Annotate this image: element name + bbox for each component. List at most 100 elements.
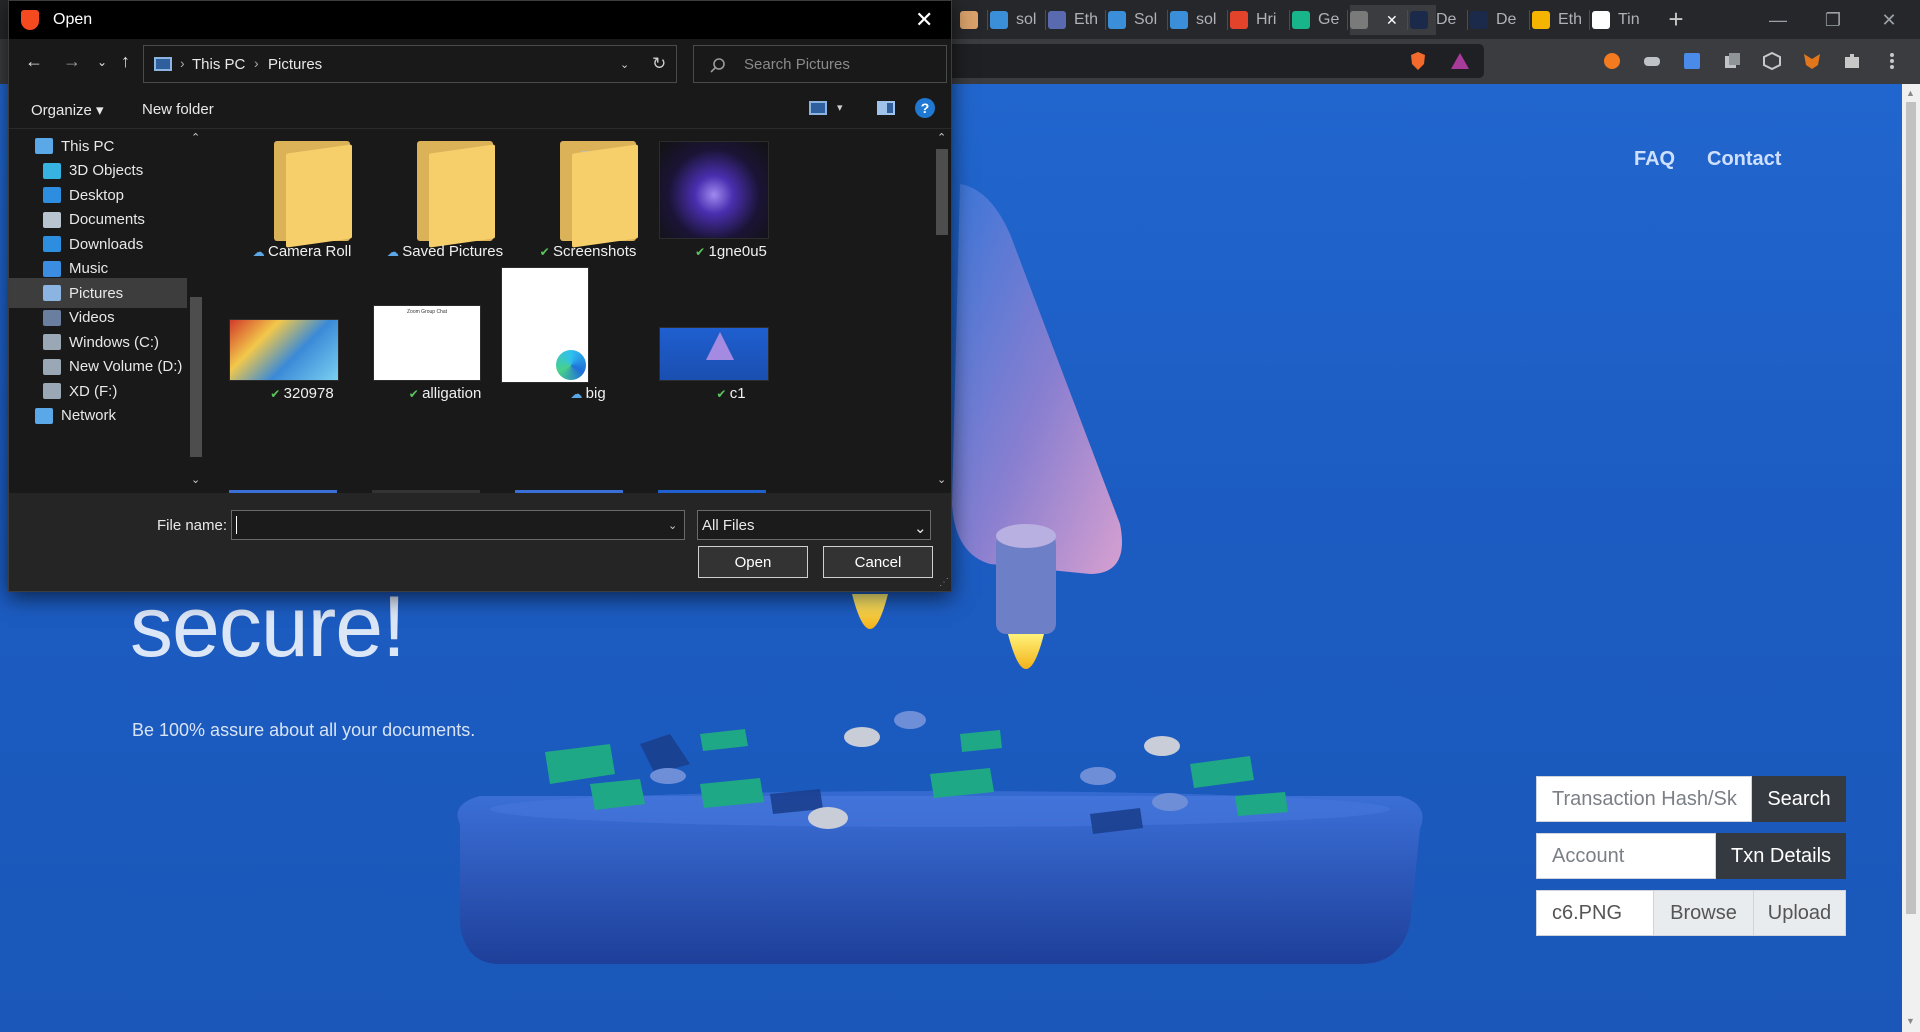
tree-item-label: Desktop xyxy=(69,186,125,204)
recent-locations-chevron-icon[interactable]: ⌄ xyxy=(97,55,107,69)
address-bar[interactable] xyxy=(940,44,1484,78)
file-list-scrollbar-thumb[interactable] xyxy=(936,149,948,235)
cloud-icon: ☁ xyxy=(570,387,586,401)
folder-icon xyxy=(274,141,352,248)
browser-tab[interactable]: De xyxy=(1470,5,1526,35)
tree-item[interactable]: Network xyxy=(9,401,187,431)
breadcrumb-this-pc[interactable]: This PC xyxy=(192,56,245,73)
tree-scrollbar-thumb[interactable] xyxy=(190,297,202,457)
extensions-puzzle-icon[interactable] xyxy=(1842,51,1862,71)
extension-gamepad-icon[interactable] xyxy=(1642,51,1662,71)
folder-item[interactable]: ✔ Screenshots xyxy=(513,129,663,269)
edge-logo-icon xyxy=(556,350,586,380)
tree-scroll-down-icon[interactable]: ⌄ xyxy=(191,473,200,486)
browser-tab[interactable]: De xyxy=(1410,5,1466,35)
synced-check-icon: ✔ xyxy=(539,245,553,259)
scroll-up-arrow-icon[interactable]: ▲ xyxy=(1906,88,1915,98)
browser-tab[interactable]: Eth xyxy=(1048,5,1104,35)
file-name-label: 320978 xyxy=(283,385,334,402)
window-close-button[interactable]: ✕ xyxy=(1866,6,1912,34)
tree-item-label: Downloads xyxy=(69,235,144,253)
extension-copy-icon[interactable] xyxy=(1722,51,1742,71)
metamask-fox-icon[interactable] xyxy=(1802,51,1822,71)
browser-tab-label: Hri xyxy=(1256,11,1277,28)
cancel-button[interactable]: Cancel xyxy=(823,546,933,578)
dialog-search-box[interactable]: Search Pictures xyxy=(693,45,947,83)
view-dropdown-chevron-icon[interactable]: ▾ xyxy=(837,101,843,114)
account-input[interactable]: Account xyxy=(1536,833,1716,879)
file-type-filter-select[interactable]: All Files ⌄ xyxy=(697,510,931,540)
browser-menu-icon[interactable] xyxy=(1882,51,1902,71)
brave-rewards-icon[interactable] xyxy=(1450,51,1470,71)
download-icon xyxy=(43,236,61,252)
help-icon[interactable]: ? xyxy=(915,98,935,118)
file-list-scrollbar[interactable]: ⌃ ⌄ xyxy=(933,129,951,493)
refresh-icon[interactable]: ↻ xyxy=(652,54,666,74)
computer-icon xyxy=(35,138,53,154)
folder-item[interactable]: ☁ Saved Pictures xyxy=(370,129,520,269)
tab-separator xyxy=(1589,10,1590,30)
tree-item-label: Network xyxy=(61,407,117,424)
dialog-address-bar[interactable]: › This PC › Pictures ⌄ ↻ xyxy=(143,45,677,83)
browser-tab[interactable]: sol xyxy=(1170,5,1226,35)
organize-button[interactable]: Organize ▾ xyxy=(31,101,104,119)
back-arrow-icon[interactable]: ← xyxy=(25,51,43,72)
transaction-hash-input[interactable]: Transaction Hash/Sk xyxy=(1536,776,1752,822)
rocket-shape-icon xyxy=(706,332,734,360)
breadcrumb-pictures[interactable]: Pictures xyxy=(268,56,322,73)
window-minimize-button[interactable]: — xyxy=(1755,6,1801,34)
open-button[interactable]: Open xyxy=(698,546,808,578)
file-name-dropdown-chevron-icon[interactable]: ⌄ xyxy=(668,519,677,532)
browser-tab-label: Eth xyxy=(1558,11,1583,28)
preview-pane-icon[interactable] xyxy=(877,101,895,115)
browser-tab[interactable]: Hri xyxy=(1230,5,1286,35)
forward-arrow-icon[interactable]: → xyxy=(63,51,81,72)
up-arrow-icon[interactable]: ↑ xyxy=(121,51,130,72)
tab-separator xyxy=(1045,10,1046,30)
tree-item-label: Music xyxy=(69,260,109,277)
dialog-command-bar: Organize ▾ New folder ▾ ? xyxy=(9,87,951,129)
navigation-pane-scrollbar[interactable]: ⌃ ⌄ xyxy=(187,129,205,493)
txn-details-button[interactable]: Txn Details xyxy=(1716,833,1846,879)
folder-item[interactable]: ☁ Camera Roll xyxy=(227,129,377,269)
filter-dropdown-chevron-icon[interactable]: ⌄ xyxy=(914,519,927,537)
search-button[interactable]: Search xyxy=(1752,776,1846,822)
browser-tab[interactable]: sol xyxy=(990,5,1044,35)
tab-separator xyxy=(1407,10,1408,30)
page-scrollbar[interactable]: ▲ ▼ xyxy=(1902,84,1920,1032)
extension-squirrel-icon[interactable] xyxy=(1602,51,1622,71)
tab-separator xyxy=(1289,10,1290,30)
resize-grip-icon[interactable]: ⋰ xyxy=(939,577,949,588)
file-name-display[interactable]: c6.PNG xyxy=(1536,890,1654,936)
nav-contact-link[interactable]: Contact xyxy=(1707,148,1781,171)
dialog-close-icon[interactable]: ✕ xyxy=(915,7,933,33)
browser-tab[interactable]: Eth xyxy=(1532,5,1588,35)
upload-button[interactable]: Upload xyxy=(1754,890,1846,936)
files-scroll-up-icon[interactable]: ⌃ xyxy=(937,131,946,144)
document-icon xyxy=(960,11,978,29)
browser-tab[interactable]: Sol xyxy=(1108,5,1164,35)
extension-cube-icon[interactable] xyxy=(1762,51,1782,71)
browser-tab[interactable] xyxy=(960,5,984,35)
tree-scroll-up-icon[interactable]: ⌃ xyxy=(191,131,200,144)
image-thumbnail xyxy=(229,319,339,381)
address-dropdown-chevron-icon[interactable]: ⌄ xyxy=(620,58,629,71)
view-options-icon[interactable] xyxy=(809,101,827,115)
file-name-input[interactable]: ⌄ xyxy=(231,510,685,540)
close-tab-icon[interactable]: ✕ xyxy=(1386,12,1398,29)
eth-icon xyxy=(1170,11,1188,29)
extension-translate-icon[interactable] xyxy=(1682,51,1702,71)
browser-tab[interactable]: Tin xyxy=(1592,5,1648,35)
dialog-title-bar[interactable]: Open ✕ xyxy=(9,1,951,39)
scroll-down-arrow-icon[interactable]: ▼ xyxy=(1906,1016,1915,1026)
brave-shield-icon[interactable] xyxy=(1408,51,1428,71)
page-scrollbar-thumb[interactable] xyxy=(1906,102,1916,914)
window-restore-button[interactable]: ❐ xyxy=(1810,6,1856,34)
files-scroll-down-icon[interactable]: ⌄ xyxy=(937,473,946,486)
nav-faq-link[interactable]: FAQ xyxy=(1634,148,1675,171)
file-name-label: Camera Roll xyxy=(267,243,352,260)
browser-tab[interactable]: Ge xyxy=(1292,5,1346,35)
browse-button[interactable]: Browse xyxy=(1654,890,1754,936)
new-tab-button[interactable]: + xyxy=(1663,6,1689,33)
new-folder-button[interactable]: New folder xyxy=(142,101,214,118)
